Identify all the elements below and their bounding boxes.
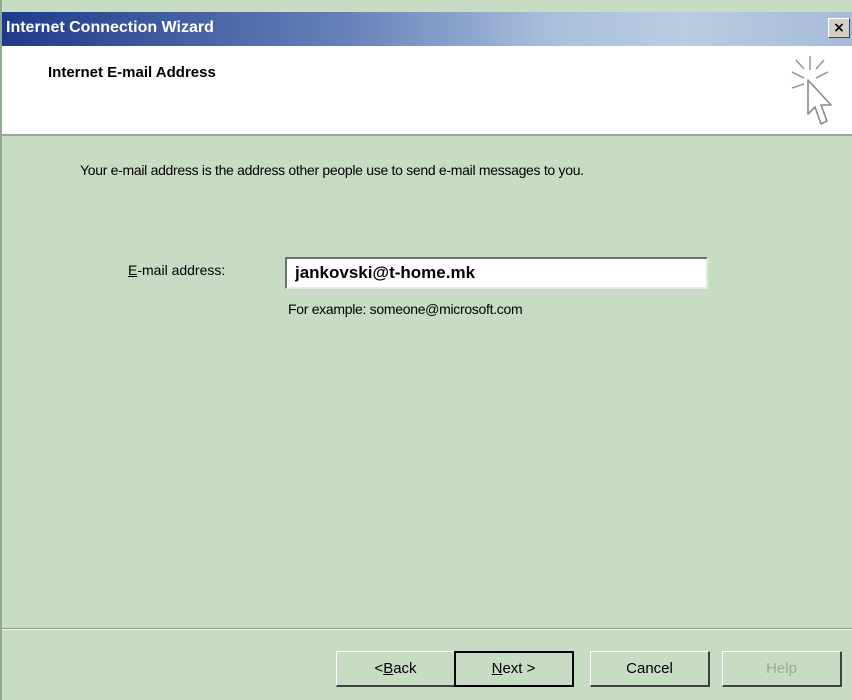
back-button[interactable]: < Back [336,651,456,687]
help-button-label: Help [766,660,797,677]
email-label: E-mail address: [128,262,225,278]
footer-divider [2,628,852,630]
cancel-button-label: Cancel [626,660,673,677]
help-button[interactable]: Help [722,651,842,687]
intro-text: Your e-mail address is the address other… [80,162,584,178]
back-button-accelerator: B [383,660,394,677]
window-title: Internet Connection Wizard [6,19,214,36]
example-hint: For example: someone@microsoft.com [288,301,523,317]
email-label-text: -mail address: [137,262,226,278]
cancel-button[interactable]: Cancel [590,651,710,687]
next-button-accelerator: N [491,660,503,677]
email-label-accelerator: E [128,262,138,278]
wizard-header: Internet E-mail Address [2,46,852,136]
next-button-label: ext > [502,660,536,677]
wizard-window: Internet Connection Wizard × Internet E-… [0,0,852,700]
back-button-prefix: < [374,660,384,677]
back-button-label: ack [393,660,417,677]
close-button[interactable]: × [828,18,850,38]
next-button[interactable]: Next > [454,651,574,687]
close-icon: × [833,20,845,36]
title-bar: Internet Connection Wizard × [2,12,852,46]
email-field[interactable] [285,257,708,289]
page-heading: Internet E-mail Address [48,64,216,81]
wizard-cursor-icon [791,56,832,125]
